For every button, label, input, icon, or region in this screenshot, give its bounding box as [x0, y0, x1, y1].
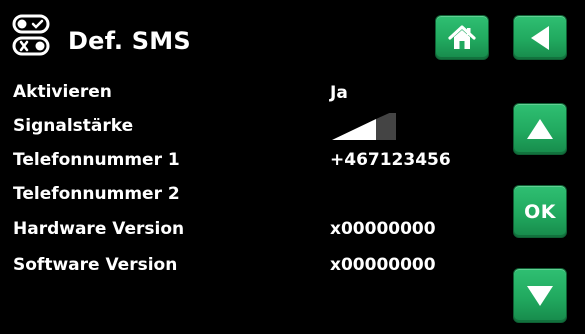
sms-settings-screen: Def. SMS OK Aktivieren Ja Signalstärke T… [0, 0, 585, 334]
ok-button[interactable]: OK [513, 185, 567, 238]
home-button[interactable] [435, 15, 489, 60]
row-label-telefonnummer-1[interactable]: Telefonnummer 1 [13, 149, 180, 171]
row-value-hardware-version: x00000000 [330, 219, 436, 239]
signal-strength-icon [330, 110, 396, 145]
home-icon [447, 23, 477, 53]
row-label-signalstaerke[interactable]: Signalstärke [13, 115, 133, 137]
scroll-down-button[interactable] [513, 268, 567, 323]
row-label-aktivieren[interactable]: Aktivieren [13, 81, 112, 103]
row-label-telefonnummer-2[interactable]: Telefonnummer 2 [13, 183, 180, 205]
row-label-hardware-version: Hardware Version [13, 219, 185, 239]
back-button[interactable] [513, 15, 567, 60]
down-arrow-icon [525, 284, 555, 308]
page-title: Def. SMS [68, 27, 191, 55]
row-value-software-version: x00000000 [330, 255, 436, 275]
scroll-up-button[interactable] [513, 103, 567, 155]
row-value-telefonnummer-1[interactable]: +4671234567 [330, 149, 450, 171]
row-label-software-version: Software Version [13, 255, 178, 275]
row-value-aktivieren[interactable]: Ja [330, 82, 348, 104]
sms-toggle-icon [12, 14, 58, 56]
up-arrow-icon [525, 117, 555, 141]
ok-label: OK [524, 200, 556, 223]
back-arrow-icon [528, 24, 552, 52]
